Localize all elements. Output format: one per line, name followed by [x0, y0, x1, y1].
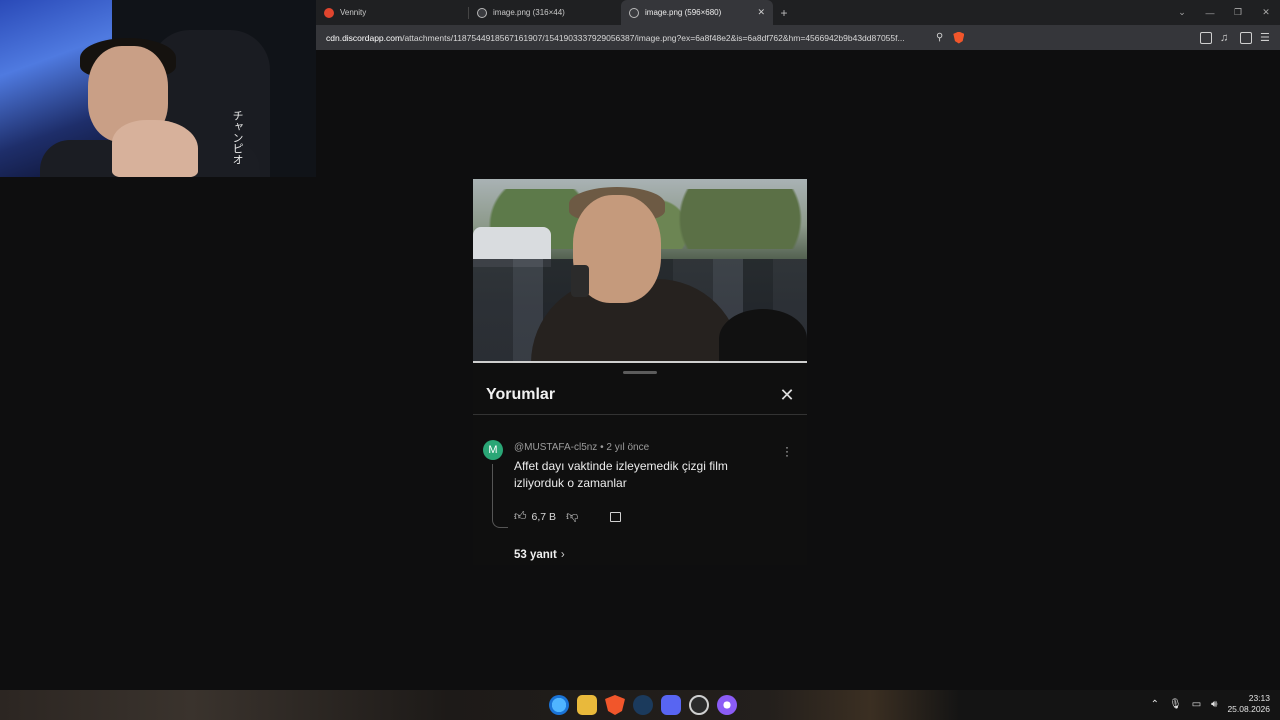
- chevron-down-icon[interactable]: ⌄: [1168, 7, 1196, 18]
- search-icon[interactable]: ⚲: [936, 32, 943, 43]
- helmet: [719, 309, 807, 363]
- steam-icon[interactable]: [633, 695, 653, 715]
- replies-label: 53 yanıt: [514, 549, 557, 561]
- tab-title: Vennity: [340, 8, 367, 17]
- video-frame: [473, 179, 807, 363]
- drag-handle[interactable]: [623, 371, 657, 374]
- new-tab-button[interactable]: +: [773, 0, 795, 25]
- url-path: /attachments/1187544918567161907/1541903…: [402, 32, 905, 43]
- globe-icon: [477, 7, 487, 18]
- folder-icon[interactable]: [577, 695, 597, 715]
- globe-icon: [629, 7, 639, 18]
- url-field[interactable]: cdn.discordapp.com/attachments/118754491…: [326, 33, 922, 43]
- avatar[interactable]: M: [483, 440, 503, 460]
- maximize-icon[interactable]: ❐: [1224, 7, 1252, 18]
- volume-icon[interactable]: 🔊︎: [1211, 699, 1217, 710]
- brave-shield-icon[interactable]: [953, 31, 965, 44]
- youtube-screenshot: Yorumlar ✕ M @MUSTAFA-cl5nz • 2 yıl önce…: [473, 179, 807, 565]
- chevron-right-icon: ›: [560, 549, 565, 561]
- webcam-overlay: チャンピオ: [0, 0, 316, 177]
- menu-icon[interactable]: ☰: [1260, 32, 1272, 44]
- address-bar: cdn.discordapp.com/attachments/118754491…: [316, 25, 1280, 50]
- minimize-icon[interactable]: —: [1196, 8, 1224, 18]
- more-options-icon[interactable]: · · ·: [785, 441, 789, 461]
- comments-title: Yorumlar: [486, 386, 556, 403]
- like-count: 6,7 B: [531, 510, 557, 523]
- window-controls: ⌄ — ❐ ✕: [1168, 0, 1280, 25]
- vennity-favicon-icon: [324, 7, 334, 18]
- microphone-icon[interactable]: 🎙︎: [1169, 699, 1182, 710]
- app-orb-icon[interactable]: [717, 695, 737, 715]
- reply-icon[interactable]: [610, 511, 622, 522]
- display-icon[interactable]: ▭: [1192, 699, 1201, 710]
- taskbar-apps: [549, 695, 737, 715]
- close-window-icon[interactable]: ✕: [1252, 7, 1280, 18]
- discord-icon[interactable]: [661, 695, 681, 715]
- comment-time: 2 yıl önce: [606, 442, 650, 453]
- sidebar-icon[interactable]: [1240, 31, 1252, 44]
- brave-icon[interactable]: [605, 695, 625, 715]
- tab-title: image.png (596×680): [645, 8, 722, 17]
- comment-text: Affet dayı vaktinde izleyemedik çizgi fi…: [514, 459, 728, 490]
- close-icon[interactable]: ✕: [777, 385, 797, 405]
- comment-author[interactable]: @MUSTAFA-cl5nz: [514, 442, 597, 453]
- phone: [571, 265, 589, 297]
- streamer-hand: [112, 120, 198, 177]
- video-progress-bar[interactable]: [473, 361, 807, 363]
- japanese-text: チャンピオ: [231, 110, 243, 165]
- url-actions: ⚲: [936, 31, 965, 44]
- tab-title: image.png (316×44): [493, 8, 565, 17]
- clock-date: 25.08.2026: [1227, 704, 1270, 714]
- screen: チャンピオ Vennity image.png (316×44) image.p…: [0, 0, 1280, 720]
- extensions-icon[interactable]: [1200, 31, 1212, 44]
- taskbar: ⌃ 🎙︎ ▭ 🔊︎ 23:13 25.08.2026: [0, 690, 1280, 720]
- toolbar-right: ♫ ☰: [1200, 31, 1272, 44]
- comment-item: M @MUSTAFA-cl5nz • 2 yıl önce · · · Affet …: [473, 415, 807, 565]
- system-tray: ⌃ 🎙︎ ▭ 🔊︎ 23:13 25.08.2026: [1151, 693, 1270, 715]
- replies-button[interactable]: 53 yanıt ›: [514, 549, 565, 561]
- chevron-up-icon[interactable]: ⌃: [1151, 699, 1159, 710]
- media-icon[interactable]: ♫: [1220, 32, 1232, 44]
- comments-header: Yorumlar ✕: [473, 379, 807, 415]
- edge-icon[interactable]: [549, 695, 569, 715]
- thread-line: [492, 464, 508, 528]
- tab-vennity[interactable]: Vennity: [316, 0, 468, 25]
- clock-time: 23:13: [1248, 693, 1270, 703]
- url-host: cdn.discordapp.com: [326, 32, 403, 43]
- clock[interactable]: 23:13 25.08.2026: [1227, 693, 1270, 715]
- tab-image-active[interactable]: image.png (596×680) ✕: [621, 0, 773, 25]
- thumbs-up-icon[interactable]: 👍︎: [514, 509, 527, 524]
- browser-tabbar: Vennity image.png (316×44) image.png (59…: [316, 0, 1280, 25]
- tab-image-small[interactable]: image.png (316×44): [469, 0, 621, 25]
- close-tab-icon[interactable]: ✕: [757, 7, 765, 18]
- comment-actions: 👍︎ 6,7 B 👎︎: [514, 509, 622, 524]
- comment-meta: @MUSTAFA-cl5nz • 2 yıl önce: [514, 442, 649, 453]
- thumbs-down-icon[interactable]: 👎︎: [566, 509, 578, 524]
- obs-icon[interactable]: [689, 695, 709, 715]
